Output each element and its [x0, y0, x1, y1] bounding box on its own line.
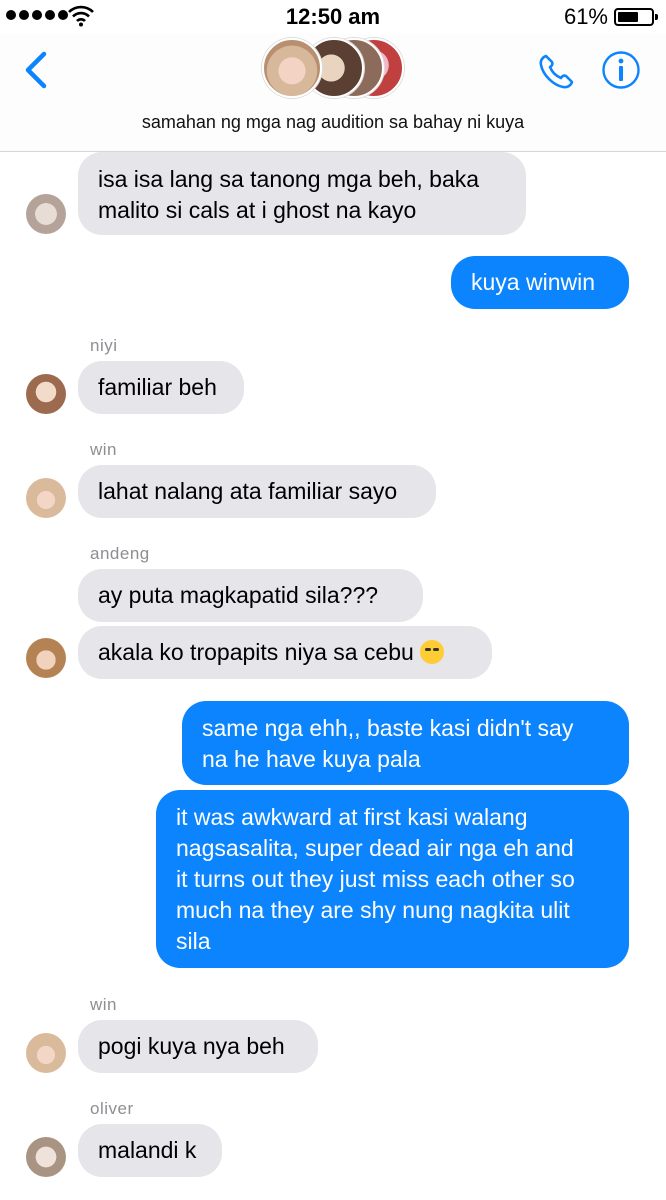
avatar[interactable] [26, 638, 66, 678]
info-icon[interactable] [601, 50, 641, 90]
thread-title: samahan ng mga nag audition sa bahay ni … [141, 112, 525, 132]
phone-icon[interactable] [536, 52, 576, 92]
battery-percent: 61% [563, 4, 608, 29]
message-bubble-outgoing[interactable]: it was awkward at first kasi walang nags… [156, 790, 629, 968]
sender-name: niyi [90, 336, 118, 355]
avatar[interactable] [26, 1033, 66, 1073]
sender-name: oliver [90, 1099, 134, 1118]
message-text: na he have kuya pala [202, 746, 421, 772]
message-text: it turns out they just miss each other s… [176, 866, 575, 892]
avatar[interactable] [26, 1137, 66, 1177]
avatar[interactable] [26, 478, 66, 518]
message-bubble-outgoing[interactable]: same nga ehh,, baste kasi didn't say na … [182, 701, 629, 785]
crying-face-icon [420, 640, 445, 664]
battery-fill [618, 12, 638, 22]
avatar[interactable] [26, 194, 66, 234]
sender-name: andeng [90, 544, 150, 563]
chevron-left-icon[interactable] [20, 50, 54, 90]
message-text: malandi k [98, 1137, 197, 1163]
message-text: malito si cals at i ghost na kayo [98, 197, 417, 223]
message-text: much na they are shy nung nagkita ulit [176, 897, 570, 923]
message-text: kuya winwin [471, 269, 595, 295]
message-text: isa isa lang sa tanong mga beh, baka [98, 166, 480, 192]
group-avatar [262, 38, 322, 98]
message-bubble-outgoing[interactable]: kuya winwin [451, 256, 629, 309]
battery-icon [614, 8, 658, 26]
message-text: akala ko tropapits niya sa cebu [98, 639, 414, 665]
message-bubble-incoming[interactable]: malandi k [78, 1124, 222, 1177]
message-bubble-incoming[interactable]: lahat nalang ata familiar sayo [78, 465, 436, 518]
message-text: pogi kuya nya beh [98, 1033, 285, 1059]
message-text: same nga ehh,, baste kasi didn't say [202, 715, 574, 741]
message-bubble-incoming[interactable]: akala ko tropapits niya sa cebu [78, 626, 492, 679]
message-text: nagsasalita, super dead air nga eh and [176, 835, 574, 861]
group-avatars[interactable] [262, 34, 412, 102]
message-text: familiar beh [98, 374, 217, 400]
message-list: isa isa lang sa tanong mga beh, baka mal… [0, 152, 666, 1200]
status-bar: 12:50 am 61% [0, 0, 666, 34]
sender-name: win [90, 995, 118, 1014]
avatar[interactable] [26, 374, 66, 414]
message-bubble-incoming[interactable]: pogi kuya nya beh [78, 1020, 318, 1073]
message-text: ay puta magkapatid sila??? [98, 582, 379, 608]
message-text: it was awkward at first kasi walang [176, 804, 528, 830]
message-text: sila [176, 928, 211, 954]
conversation-header: samahan ng mga nag audition sa bahay ni … [0, 34, 666, 152]
message-bubble-incoming[interactable]: isa isa lang sa tanong mga beh, baka mal… [78, 152, 526, 235]
message-text: lahat nalang ata familiar sayo [98, 478, 398, 504]
sender-name: win [90, 440, 118, 459]
message-bubble-incoming[interactable]: familiar beh [78, 361, 244, 414]
message-bubble-incoming[interactable]: ay puta magkapatid sila??? [78, 569, 423, 622]
